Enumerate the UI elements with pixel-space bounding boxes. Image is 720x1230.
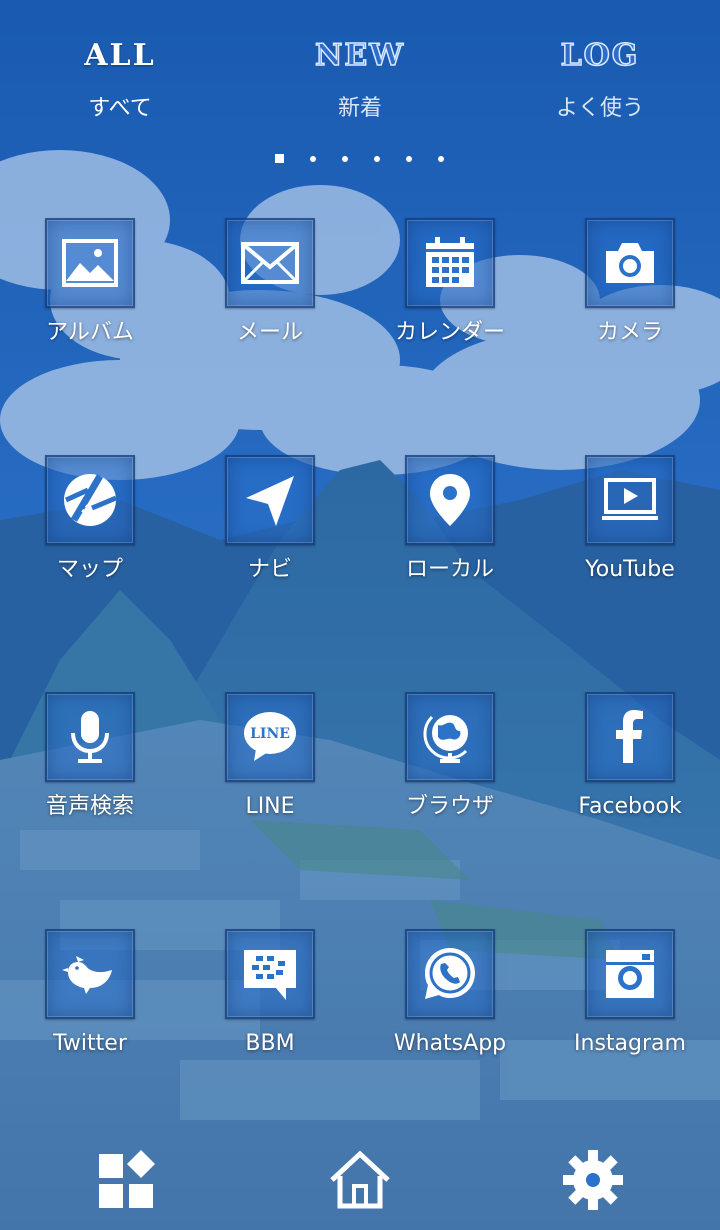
- app-tile: [405, 218, 495, 308]
- facebook-icon: [616, 710, 643, 763]
- app-local[interactable]: ローカル: [360, 455, 540, 605]
- app-tile: [45, 218, 135, 308]
- app-youtube[interactable]: YouTube: [540, 455, 720, 605]
- page-dot: [438, 156, 444, 162]
- category-tabs: ALL すべて NEW 新着 LOG よく使う: [0, 30, 720, 140]
- app-label: BBM: [245, 1031, 295, 1056]
- app-album[interactable]: アルバム: [0, 218, 180, 368]
- app-line[interactable]: LINE LINE: [180, 692, 360, 842]
- page-dot: [406, 156, 412, 162]
- line-icon: LINE: [244, 712, 296, 761]
- twitter-bird-icon: [62, 956, 112, 994]
- settings-gear-icon: [563, 1150, 623, 1210]
- app-whatsapp[interactable]: WhatsApp: [360, 929, 540, 1079]
- app-tile: [585, 692, 675, 782]
- mail-icon: [241, 242, 299, 284]
- app-facebook[interactable]: Facebook: [540, 692, 720, 842]
- app-label: アルバム: [46, 320, 134, 345]
- app-label: マップ: [56, 557, 123, 582]
- app-mail[interactable]: メール: [180, 218, 360, 368]
- tab-log-subtitle: よく使う: [555, 96, 644, 121]
- tab-log-title: LOG: [560, 37, 640, 74]
- camera-icon: [606, 243, 654, 283]
- app-label: カレンダー: [394, 320, 505, 345]
- app-browser[interactable]: ブラウザ: [360, 692, 540, 842]
- app-label: Twitter: [53, 1031, 127, 1056]
- app-label: カメラ: [596, 320, 663, 345]
- page-dot: [342, 156, 348, 162]
- app-navi[interactable]: ナビ: [180, 455, 360, 605]
- app-tile: [45, 692, 135, 782]
- page-dot: [310, 156, 316, 162]
- app-label: Facebook: [578, 794, 682, 819]
- app-label: 音声検索: [45, 794, 134, 819]
- app-tile: [225, 455, 315, 545]
- widgets-icon: [99, 1150, 155, 1208]
- app-label: ナビ: [247, 557, 292, 582]
- app-tile: [585, 929, 675, 1019]
- tab-all[interactable]: ALL すべて: [0, 30, 240, 124]
- tab-new-subtitle: 新着: [337, 96, 382, 121]
- instagram-icon: [606, 950, 654, 998]
- app-label: メール: [236, 320, 303, 345]
- app-label: ローカル: [405, 557, 494, 582]
- app-tile: LINE: [225, 692, 315, 782]
- line-logo-text: LINE: [250, 726, 290, 742]
- app-twitter[interactable]: Twitter: [0, 929, 180, 1079]
- app-bbm[interactable]: BBM: [180, 929, 360, 1079]
- tab-new[interactable]: NEW 新着: [240, 30, 480, 124]
- whatsapp-icon: [425, 948, 475, 999]
- app-tile: [225, 218, 315, 308]
- app-label: LINE: [245, 794, 295, 819]
- page-dot: [374, 156, 380, 162]
- app-tile: [405, 455, 495, 545]
- widgets-button[interactable]: [92, 1145, 162, 1215]
- tab-all-subtitle: すべて: [88, 96, 152, 121]
- bbm-icon: [244, 950, 296, 1000]
- page-dot-active: [275, 154, 284, 163]
- page-indicator: [270, 154, 450, 166]
- tab-log[interactable]: LOG よく使う: [480, 30, 720, 124]
- youtube-icon: [602, 478, 658, 520]
- app-tile: [225, 929, 315, 1019]
- home-icon: [330, 1150, 390, 1209]
- navigation-icon: [246, 476, 294, 526]
- globe-icon: [423, 715, 468, 763]
- album-icon: [62, 239, 118, 287]
- app-tile: [585, 455, 675, 545]
- tab-all-title: ALL: [84, 38, 156, 73]
- app-tile: [405, 929, 495, 1019]
- app-tile: [45, 455, 135, 545]
- map-icon: [64, 474, 117, 526]
- home-button[interactable]: [325, 1145, 395, 1215]
- tab-new-title: NEW: [314, 37, 405, 74]
- app-label: Instagram: [574, 1031, 686, 1056]
- microphone-icon: [71, 711, 109, 763]
- app-calendar[interactable]: カレンダー: [360, 218, 540, 368]
- app-label: ブラウザ: [405, 794, 494, 819]
- app-label: YouTube: [585, 557, 675, 582]
- settings-button[interactable]: [558, 1145, 628, 1215]
- app-tile: [585, 218, 675, 308]
- app-tile: [405, 692, 495, 782]
- calendar-icon: [426, 237, 474, 287]
- app-voice-search[interactable]: 音声検索: [0, 692, 180, 842]
- app-label: WhatsApp: [393, 1031, 507, 1056]
- location-pin-icon: [430, 474, 470, 526]
- app-camera[interactable]: カメラ: [540, 218, 720, 368]
- app-tile: [45, 929, 135, 1019]
- app-map[interactable]: マップ: [0, 455, 180, 605]
- app-instagram[interactable]: Instagram: [540, 929, 720, 1079]
